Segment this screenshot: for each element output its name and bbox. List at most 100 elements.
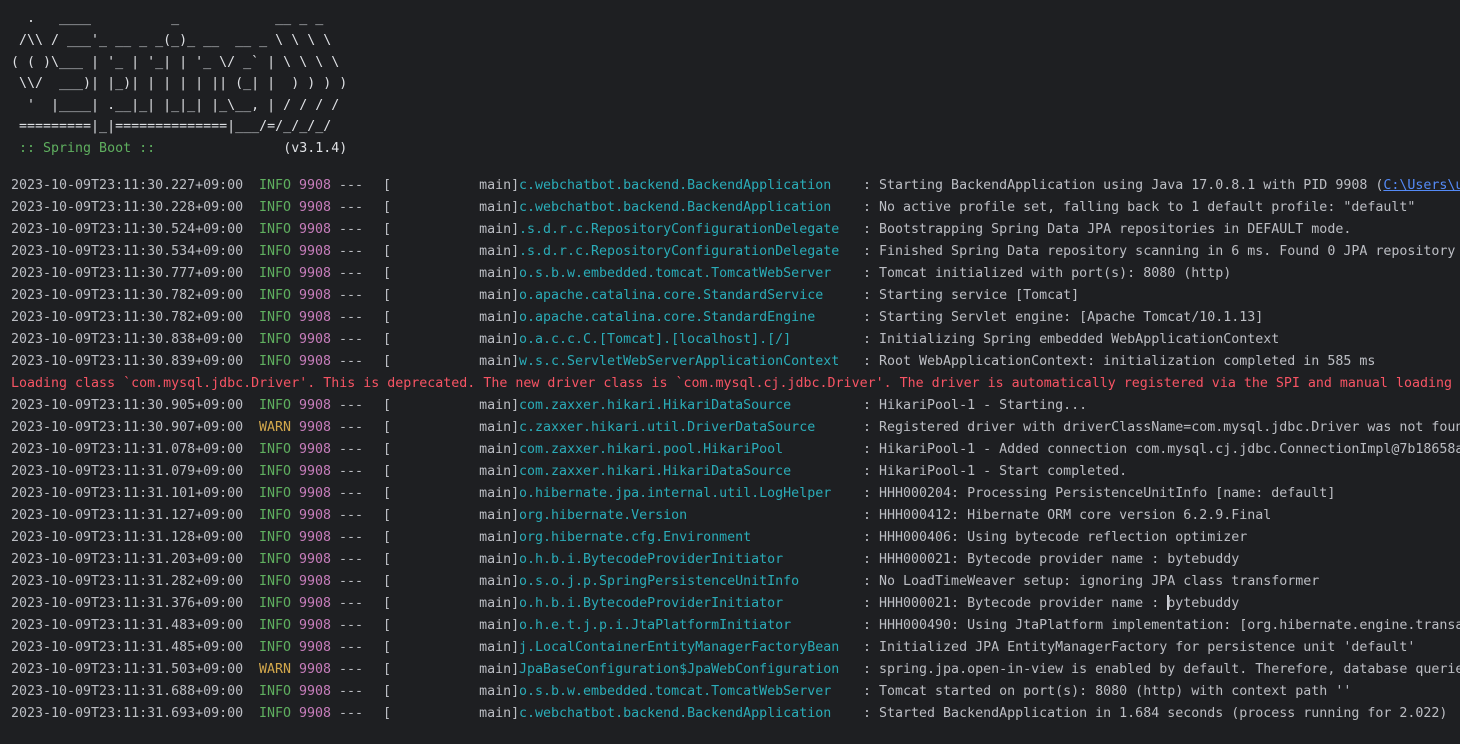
process-id: 9908: [299, 442, 332, 457]
separator: ---: [339, 178, 364, 193]
banner-line: . ____ _ __ _ _: [11, 11, 324, 26]
separator: ---: [339, 310, 364, 325]
separator: ---: [339, 618, 364, 633]
log-line: 2023-10-09T23:11:31.127+09:00 INFO 9908 ---…: [11, 505, 1460, 527]
log-level: WARN: [259, 420, 292, 435]
timestamp: 2023-10-09T23:11:31.203+09:00: [11, 552, 244, 567]
log-level: INFO: [259, 266, 292, 281]
log-line: 2023-10-09T23:11:31.483+09:00 INFO 9908 ---…: [11, 615, 1460, 637]
thread-name: [ main]: [383, 618, 520, 633]
log-message: : Registered driver with driverClassName…: [863, 420, 1460, 435]
logger-name: o.apache.catalina.core.StandardService: [519, 288, 824, 303]
file-path-link[interactable]: C:\Users\user: [1383, 178, 1460, 193]
logger-name: org.hibernate.Version: [519, 508, 688, 523]
log-level: INFO: [259, 508, 292, 523]
log-message: : HHH000021: Bytecode provider name :: [863, 596, 1168, 611]
log-level: INFO: [259, 530, 292, 545]
banner-line: ( ( )\___ | '_ | '_| | '_ \/ _` | \ \ \ …: [11, 54, 340, 70]
log-line: 2023-10-09T23:11:31.203+09:00 INFO 9908 ---…: [11, 549, 1460, 571]
thread-name: [ main]: [383, 464, 520, 479]
separator: ---: [339, 222, 364, 237]
banner-line: /\\ / ___'_ __ _ _(_)_ __ __ _ \ \ \ \: [11, 33, 332, 48]
logger-name: com.zaxxer.hikari.HikariDataSource: [519, 398, 792, 413]
timestamp: 2023-10-09T23:11:31.693+09:00: [11, 706, 244, 721]
timestamp: 2023-10-09T23:11:30.905+09:00: [11, 398, 244, 413]
separator: ---: [339, 706, 364, 721]
thread-name: [ main]: [383, 398, 520, 413]
log-line: 2023-10-09T23:11:31.128+09:00 INFO 9908 ---…: [11, 527, 1460, 549]
thread-name: [ main]: [383, 552, 520, 567]
log-level: INFO: [259, 200, 292, 215]
log-level: INFO: [259, 618, 292, 633]
log-level: INFO: [259, 486, 292, 501]
process-id: 9908: [299, 398, 332, 413]
thread-name: [ main]: [383, 332, 520, 347]
log-message-tail: bytebuddy: [1167, 596, 1240, 611]
thread-name: [ main]: [383, 662, 520, 677]
log-level: INFO: [259, 640, 292, 655]
process-id: 9908: [299, 244, 332, 259]
timestamp: 2023-10-09T23:11:30.534+09:00: [11, 244, 244, 259]
logger-name: o.h.b.i.BytecodeProviderInitiator: [519, 552, 784, 567]
timestamp: 2023-10-09T23:11:30.228+09:00: [11, 200, 244, 215]
process-id: 9908: [299, 266, 332, 281]
thread-name: [ main]: [383, 640, 520, 655]
log-line: 2023-10-09T23:11:31.079+09:00 INFO 9908 ---…: [11, 461, 1460, 483]
process-id: 9908: [299, 354, 332, 369]
log-message: : Starting service [Tomcat]: [863, 288, 1080, 303]
thread-name: [ main]: [383, 508, 520, 523]
log-level: INFO: [259, 464, 292, 479]
process-id: 9908: [299, 662, 332, 677]
log-message: : spring.jpa.open-in-view is enabled by …: [863, 662, 1460, 677]
separator: ---: [339, 530, 364, 545]
thread-name: [ main]: [383, 200, 520, 215]
process-id: 9908: [299, 596, 332, 611]
log-message: : HikariPool-1 - Added connection com.my…: [863, 442, 1460, 457]
separator: ---: [339, 640, 364, 655]
thread-name: [ main]: [383, 596, 520, 611]
console-output[interactable]: . ____ _ __ _ _ /\\ / ___'_ __ _ _(_)_ _…: [11, 8, 1460, 744]
separator: ---: [339, 398, 364, 413]
log-line: 2023-10-09T23:11:31.078+09:00 INFO 9908 ---…: [11, 439, 1460, 461]
timestamp: 2023-10-09T23:11:30.838+09:00: [11, 332, 244, 347]
separator: ---: [339, 200, 364, 215]
process-id: 9908: [299, 200, 332, 215]
logger-name: c.webchatbot.backend.BackendApplication: [519, 200, 832, 215]
thread-name: [ main]: [383, 310, 520, 325]
log-message: : HikariPool-1 - Start completed.: [863, 464, 1128, 479]
log-line: 2023-10-09T23:11:31.101+09:00 INFO 9908 ---…: [11, 483, 1460, 505]
log-line: 2023-10-09T23:11:30.534+09:00 INFO 9908 ---…: [11, 241, 1460, 263]
log-level: INFO: [259, 442, 292, 457]
log-line: 2023-10-09T23:11:31.485+09:00 INFO 9908 ---…: [11, 637, 1460, 659]
timestamp: 2023-10-09T23:11:30.777+09:00: [11, 266, 244, 281]
separator: ---: [339, 420, 364, 435]
thread-name: [ main]: [383, 244, 520, 259]
timestamp: 2023-10-09T23:11:30.907+09:00: [11, 420, 244, 435]
log-line: 2023-10-09T23:11:31.376+09:00 INFO 9908 ---…: [11, 593, 1460, 615]
timestamp: 2023-10-09T23:11:30.524+09:00: [11, 222, 244, 237]
logger-name: o.apache.catalina.core.StandardEngine: [519, 310, 816, 325]
process-id: 9908: [299, 618, 332, 633]
process-id: 9908: [299, 706, 332, 721]
logger-name: .s.d.r.c.RepositoryConfigurationDelegate: [519, 244, 840, 259]
timestamp: 2023-10-09T23:11:31.503+09:00: [11, 662, 244, 677]
log-line: 2023-10-09T23:11:30.907+09:00 WARN 9908 ---…: [11, 417, 1460, 439]
log-message: : Bootstrapping Spring Data JPA reposito…: [863, 222, 1352, 237]
separator: ---: [339, 442, 364, 457]
log-level: INFO: [259, 332, 292, 347]
thread-name: [ main]: [383, 706, 520, 721]
log-line: 2023-10-09T23:11:30.524+09:00 INFO 9908 ---…: [11, 219, 1460, 241]
separator: ---: [339, 288, 364, 303]
log-message: : Tomcat started on port(s): 8080 (http)…: [863, 684, 1352, 699]
process-id: 9908: [299, 552, 332, 567]
process-id: 9908: [299, 684, 332, 699]
separator: ---: [339, 332, 364, 347]
logger-name: o.s.o.j.p.SpringPersistenceUnitInfo: [519, 574, 800, 589]
thread-name: [ main]: [383, 684, 520, 699]
timestamp: 2023-10-09T23:11:31.128+09:00: [11, 530, 244, 545]
logger-name: JpaBaseConfiguration$JpaWebConfiguration: [519, 662, 840, 677]
logger-name: com.zaxxer.hikari.pool.HikariPool: [519, 442, 784, 457]
timestamp: 2023-10-09T23:11:30.839+09:00: [11, 354, 244, 369]
error-line: Loading class `com.mysql.jdbc.Driver'. T…: [11, 373, 1460, 395]
